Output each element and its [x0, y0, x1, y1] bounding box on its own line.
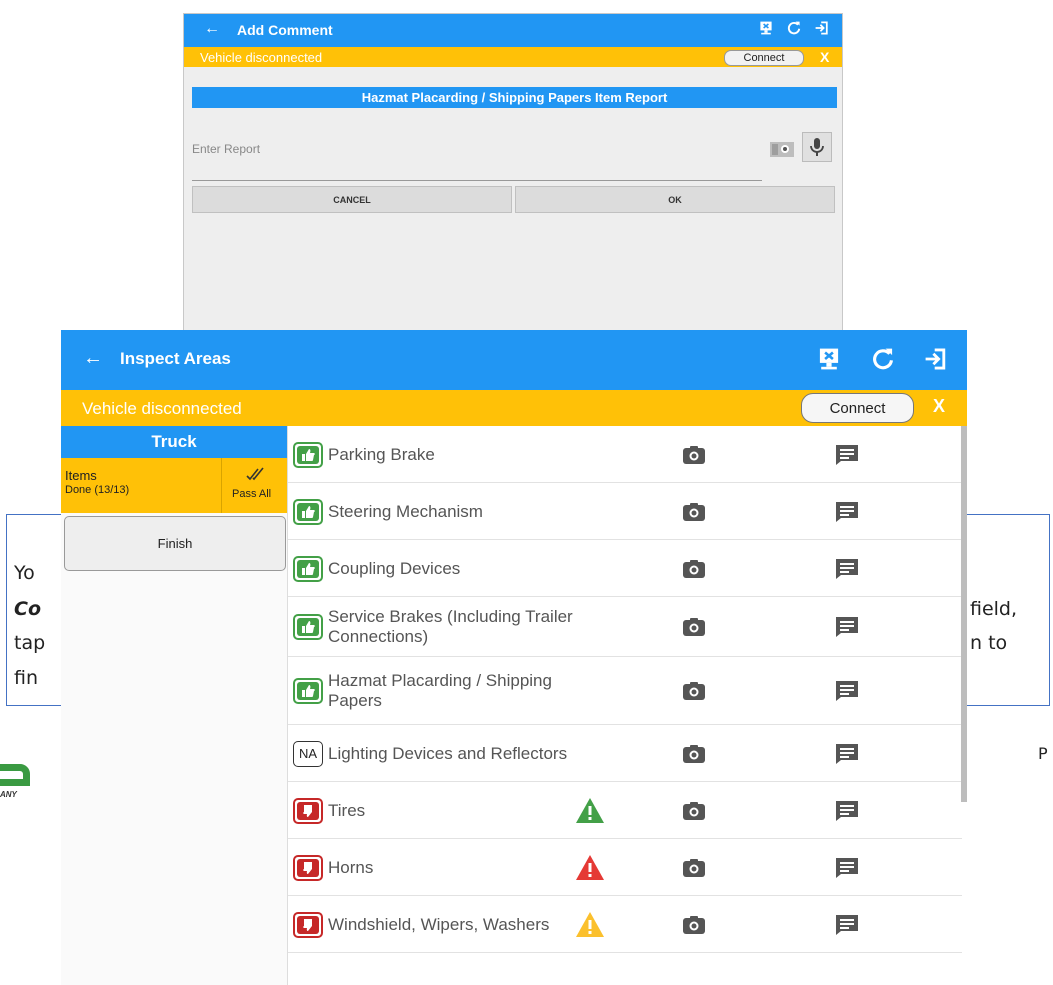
- microphone-icon: [810, 138, 824, 156]
- refresh-icon[interactable]: [870, 345, 896, 373]
- comment-icon[interactable]: [835, 616, 859, 638]
- thumbs-down-icon[interactable]: [293, 854, 323, 881]
- finish-button[interactable]: Finish: [64, 516, 286, 571]
- document-text-line: n to: [970, 632, 1008, 654]
- microphone-button[interactable]: [802, 132, 832, 162]
- camera-icon[interactable]: [682, 858, 706, 878]
- inspect-areas-screen: ← Inspect Areas Vehicle disconnected Con…: [61, 330, 967, 985]
- na-status-icon[interactable]: NA: [293, 740, 323, 767]
- inspection-item-row[interactable]: [288, 953, 962, 985]
- inspection-item-label: Parking Brake: [328, 444, 435, 464]
- camera-icon[interactable]: [682, 559, 706, 579]
- back-arrow-icon[interactable]: ←: [204, 20, 220, 38]
- disconnected-banner: Vehicle disconnected Connect X: [61, 390, 967, 426]
- camera-icon[interactable]: [682, 445, 706, 465]
- double-check-icon: [246, 467, 264, 481]
- items-summary[interactable]: Items Done (13/13): [61, 458, 221, 513]
- document-text-line: field,: [970, 598, 1018, 620]
- pass-all-label: Pass All: [232, 488, 272, 500]
- comment-icon[interactable]: [835, 743, 859, 765]
- comment-icon[interactable]: [835, 857, 859, 879]
- dismiss-banner-button[interactable]: X: [933, 396, 945, 417]
- connect-button[interactable]: Connect: [724, 50, 804, 66]
- inspection-item-label: Steering Mechanism: [328, 501, 483, 521]
- camera-icon[interactable]: [682, 801, 706, 821]
- document-text-line: tap: [14, 632, 46, 654]
- inspection-item-row[interactable]: Horns: [288, 839, 962, 896]
- camera-icon[interactable]: [682, 681, 706, 701]
- items-label: Items: [65, 468, 97, 483]
- inspection-item-row[interactable]: Coupling Devices: [288, 540, 962, 597]
- comment-icon[interactable]: [835, 914, 859, 936]
- camera-icon[interactable]: [682, 915, 706, 935]
- thumbs-up-icon[interactable]: [293, 614, 323, 640]
- report-header: Hazmat Placarding / Shipping Papers Item…: [192, 87, 837, 108]
- document-text-line: Co: [14, 598, 41, 620]
- inspection-item-label: Hazmat Placarding / Shipping Papers: [328, 671, 552, 710]
- logout-icon[interactable]: [814, 20, 830, 36]
- thumbs-up-icon[interactable]: [293, 441, 323, 468]
- camera-icon[interactable]: [682, 744, 706, 764]
- thumbs-up-icon[interactable]: [293, 498, 323, 525]
- inspection-item-label: Lighting Devices and Reflectors: [328, 743, 568, 763]
- inspection-item-row[interactable]: Service Brakes (Including Trailer Connec…: [288, 597, 962, 657]
- comment-icon[interactable]: [835, 501, 859, 523]
- app-bar: ← Add Comment: [184, 14, 842, 47]
- warning-icon: [576, 855, 604, 880]
- banner-text: Vehicle disconnected: [200, 50, 323, 65]
- ok-button[interactable]: OK: [515, 186, 835, 213]
- disconnect-device-icon[interactable]: [758, 20, 774, 36]
- inspection-item-row[interactable]: NA Lighting Devices and Reflectors: [288, 725, 962, 782]
- add-comment-screen: ← Add Comment Vehicle disconnected Conne…: [183, 13, 843, 333]
- document-text-line: fin: [14, 667, 39, 689]
- logout-icon[interactable]: [923, 345, 949, 373]
- screen-title: Inspect Areas: [120, 349, 231, 368]
- refresh-icon[interactable]: [786, 20, 802, 36]
- report-input[interactable]: Enter Report: [192, 136, 762, 181]
- report-placeholder: Enter Report: [192, 142, 261, 156]
- back-arrow-icon[interactable]: ←: [83, 347, 103, 370]
- thumbs-up-icon[interactable]: [293, 678, 323, 704]
- inspection-item-row[interactable]: Windshield, Wipers, Washers: [288, 896, 962, 953]
- comment-icon[interactable]: [835, 558, 859, 580]
- banner-text: Vehicle disconnected: [82, 399, 242, 418]
- document-text-line: Yo: [14, 562, 35, 584]
- screen-title: Add Comment: [237, 22, 333, 38]
- page-number: P: [1038, 744, 1048, 763]
- thumbs-up-icon[interactable]: [293, 555, 323, 582]
- pass-all-button[interactable]: Pass All: [221, 458, 287, 513]
- comment-icon[interactable]: [835, 800, 859, 822]
- comment-icon[interactable]: [835, 444, 859, 466]
- cancel-button[interactable]: CANCEL: [192, 186, 512, 213]
- logo-tagline: ANY: [0, 790, 17, 799]
- app-bar: ← Inspect Areas: [61, 330, 967, 390]
- inspection-item-list: Parking Brake Steering Mechanism Coupling …: [288, 426, 962, 985]
- camera-icon[interactable]: [682, 502, 706, 522]
- dismiss-banner-button[interactable]: X: [820, 49, 829, 65]
- sidebar: Truck Items Done (13/13) Pass All Finish: [61, 426, 288, 985]
- camera-icon[interactable]: [769, 139, 795, 159]
- thumbs-down-icon[interactable]: [293, 911, 323, 938]
- disconnected-banner: Vehicle disconnected Connect X: [184, 47, 842, 67]
- comment-icon[interactable]: [835, 680, 859, 702]
- scrollbar[interactable]: [961, 426, 967, 802]
- warning-icon: [576, 798, 604, 823]
- na-status-label: NA: [298, 746, 318, 761]
- warning-icon: [576, 912, 604, 937]
- thumbs-down-icon[interactable]: [293, 797, 323, 824]
- sidebar-header: Truck: [61, 426, 287, 458]
- camera-icon[interactable]: [682, 617, 706, 637]
- disconnect-device-icon[interactable]: [816, 345, 842, 373]
- connect-button[interactable]: Connect: [801, 393, 914, 423]
- inspection-item-row[interactable]: Parking Brake: [288, 426, 962, 483]
- inspection-item-row[interactable]: Steering Mechanism: [288, 483, 962, 540]
- inspection-item-row[interactable]: Tires: [288, 782, 962, 839]
- inspection-item-label: Coupling Devices: [328, 558, 461, 578]
- inspection-item-label: Service Brakes (Including Trailer Connec…: [328, 607, 573, 646]
- items-done-count: Done (13/13): [65, 484, 130, 496]
- inspection-item-row[interactable]: Hazmat Placarding / Shipping Papers: [288, 657, 962, 725]
